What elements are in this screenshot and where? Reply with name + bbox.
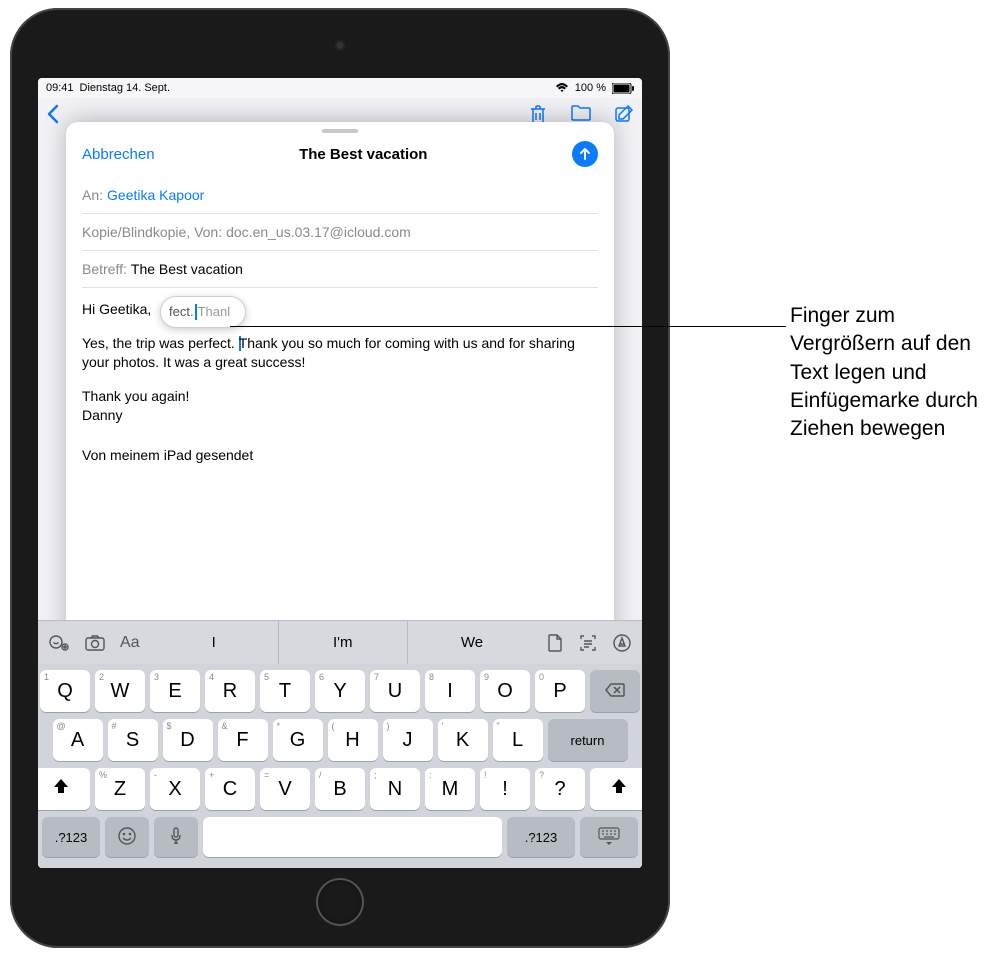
email-body[interactable]: Hi Geetika, Yes, the trip was perfect. T… xyxy=(66,288,614,480)
compose-title: The Best vacation xyxy=(299,146,427,163)
key-z[interactable]: %Z xyxy=(95,768,145,810)
send-button[interactable] xyxy=(572,141,598,167)
key-emoji[interactable] xyxy=(105,817,149,857)
body-p1-before: Yes, the trip was perfect. xyxy=(82,335,239,351)
key-r[interactable]: 4R xyxy=(205,670,255,712)
cc-value: doc.en_us.03.17@icloud.com xyxy=(226,224,411,240)
key-d[interactable]: $D xyxy=(163,719,213,761)
key-k[interactable]: 'K xyxy=(438,719,488,761)
battery-percent: 100 % xyxy=(575,82,606,94)
key-x[interactable]: -X xyxy=(150,768,200,810)
key-n[interactable]: ;N xyxy=(370,768,420,810)
magnifier-right-text: Thanl xyxy=(198,303,231,321)
ipad-device-frame: 09:41 Dienstag 14. Sept. 100 % xyxy=(10,8,670,948)
key-b[interactable]: /B xyxy=(315,768,365,810)
key-v[interactable]: =V xyxy=(260,768,310,810)
magnifier-cursor xyxy=(195,304,197,320)
onscreen-keyboard: Aa I I'm We 1Q2W3E4R5T6Y7U8I9O0P @A#S$D&… xyxy=(38,620,642,868)
key-t[interactable]: 5T xyxy=(260,670,310,712)
key-numbers-right[interactable]: .?123 xyxy=(507,817,575,857)
key-return[interactable]: return xyxy=(548,719,628,761)
screen: 09:41 Dienstag 14. Sept. 100 % xyxy=(38,78,642,868)
key-s[interactable]: #S xyxy=(108,719,158,761)
compose-header: Abbrechen The Best vacation xyxy=(66,133,614,177)
scan-text-icon[interactable] xyxy=(578,633,598,653)
camera-icon[interactable] xyxy=(84,634,106,652)
key-y[interactable]: 6Y xyxy=(315,670,365,712)
key-a[interactable]: @A xyxy=(53,719,103,761)
callout-leader-line xyxy=(230,326,786,327)
status-bar: 09:41 Dienstag 14. Sept. 100 % xyxy=(38,78,642,98)
key-h[interactable]: (H xyxy=(328,719,378,761)
subject-value: The Best vacation xyxy=(131,261,243,277)
suggestion-3[interactable]: We xyxy=(407,621,536,664)
key-i[interactable]: 8I xyxy=(425,670,475,712)
key-f[interactable]: &F xyxy=(218,719,268,761)
key-c[interactable]: +C xyxy=(205,768,255,810)
key-u[interactable]: 7U xyxy=(370,670,420,712)
front-camera xyxy=(335,40,346,51)
suggestions-container: I I'm We xyxy=(150,621,536,664)
status-date: Dienstag 14. Sept. xyxy=(80,82,171,94)
key-l[interactable]: "L xyxy=(493,719,543,761)
cancel-button[interactable]: Abbrechen xyxy=(82,146,155,163)
back-button[interactable] xyxy=(46,104,59,130)
key-o[interactable]: 9O xyxy=(480,670,530,712)
to-field[interactable]: An: Geetika Kapoor xyxy=(82,177,598,214)
key-m[interactable]: :M xyxy=(425,768,475,810)
key-shift-left[interactable] xyxy=(38,768,90,810)
key-dictation[interactable] xyxy=(154,817,198,857)
key-e[interactable]: 3E xyxy=(150,670,200,712)
key-backspace[interactable] xyxy=(590,670,640,712)
subject-field[interactable]: Betreff: The Best vacation xyxy=(82,251,598,288)
home-button[interactable] xyxy=(316,878,364,926)
subject-label: Betreff: xyxy=(82,261,127,277)
key-space[interactable] xyxy=(203,817,502,857)
compose-icon[interactable] xyxy=(614,104,634,131)
cc-bcc-from-field[interactable]: Kopie/Blindkopie, Von: doc.en_us.03.17@i… xyxy=(82,214,598,251)
wifi-icon xyxy=(555,83,569,93)
markup-icon[interactable] xyxy=(612,633,632,653)
key-j[interactable]: )J xyxy=(383,719,433,761)
magnifier-left-text: fect. xyxy=(169,303,194,321)
format-icon[interactable]: Aa xyxy=(120,634,140,652)
cc-label: Kopie/Blindkopie, Von: xyxy=(82,224,222,240)
body-signature-name: Danny xyxy=(82,406,598,426)
document-icon[interactable] xyxy=(546,633,564,653)
battery-icon xyxy=(612,83,634,94)
key-p[interactable]: 0P xyxy=(535,670,585,712)
suggestion-2[interactable]: I'm xyxy=(278,621,407,664)
body-sent-from: Von meinem iPad gesendet xyxy=(82,446,598,466)
key-q[interactable]: 1Q xyxy=(40,670,90,712)
callout-text: Finger zum Vergrößern auf den Text legen… xyxy=(790,302,1000,444)
key-w[interactable]: 2W xyxy=(95,670,145,712)
key-![interactable]: !! xyxy=(480,768,530,810)
key-g[interactable]: *G xyxy=(273,719,323,761)
status-time: 09:41 xyxy=(46,82,74,94)
text-magnifier-loupe: fect. Thanl xyxy=(160,296,246,328)
key-?[interactable]: ?? xyxy=(535,768,585,810)
body-thanks: Thank you again! xyxy=(82,387,598,407)
emoji-search-icon[interactable] xyxy=(48,634,70,652)
key-shift-right[interactable] xyxy=(590,768,642,810)
to-value: Geetika Kapoor xyxy=(107,187,204,203)
suggestion-1[interactable]: I xyxy=(150,621,278,664)
key-numbers[interactable]: .?123 xyxy=(42,817,100,857)
body-paragraph-1: Yes, the trip was perfect. Thank you so … xyxy=(82,334,598,373)
to-label: An: xyxy=(82,187,103,203)
quicktype-bar: Aa I I'm We xyxy=(38,620,642,664)
key-hide-keyboard[interactable] xyxy=(580,817,638,857)
